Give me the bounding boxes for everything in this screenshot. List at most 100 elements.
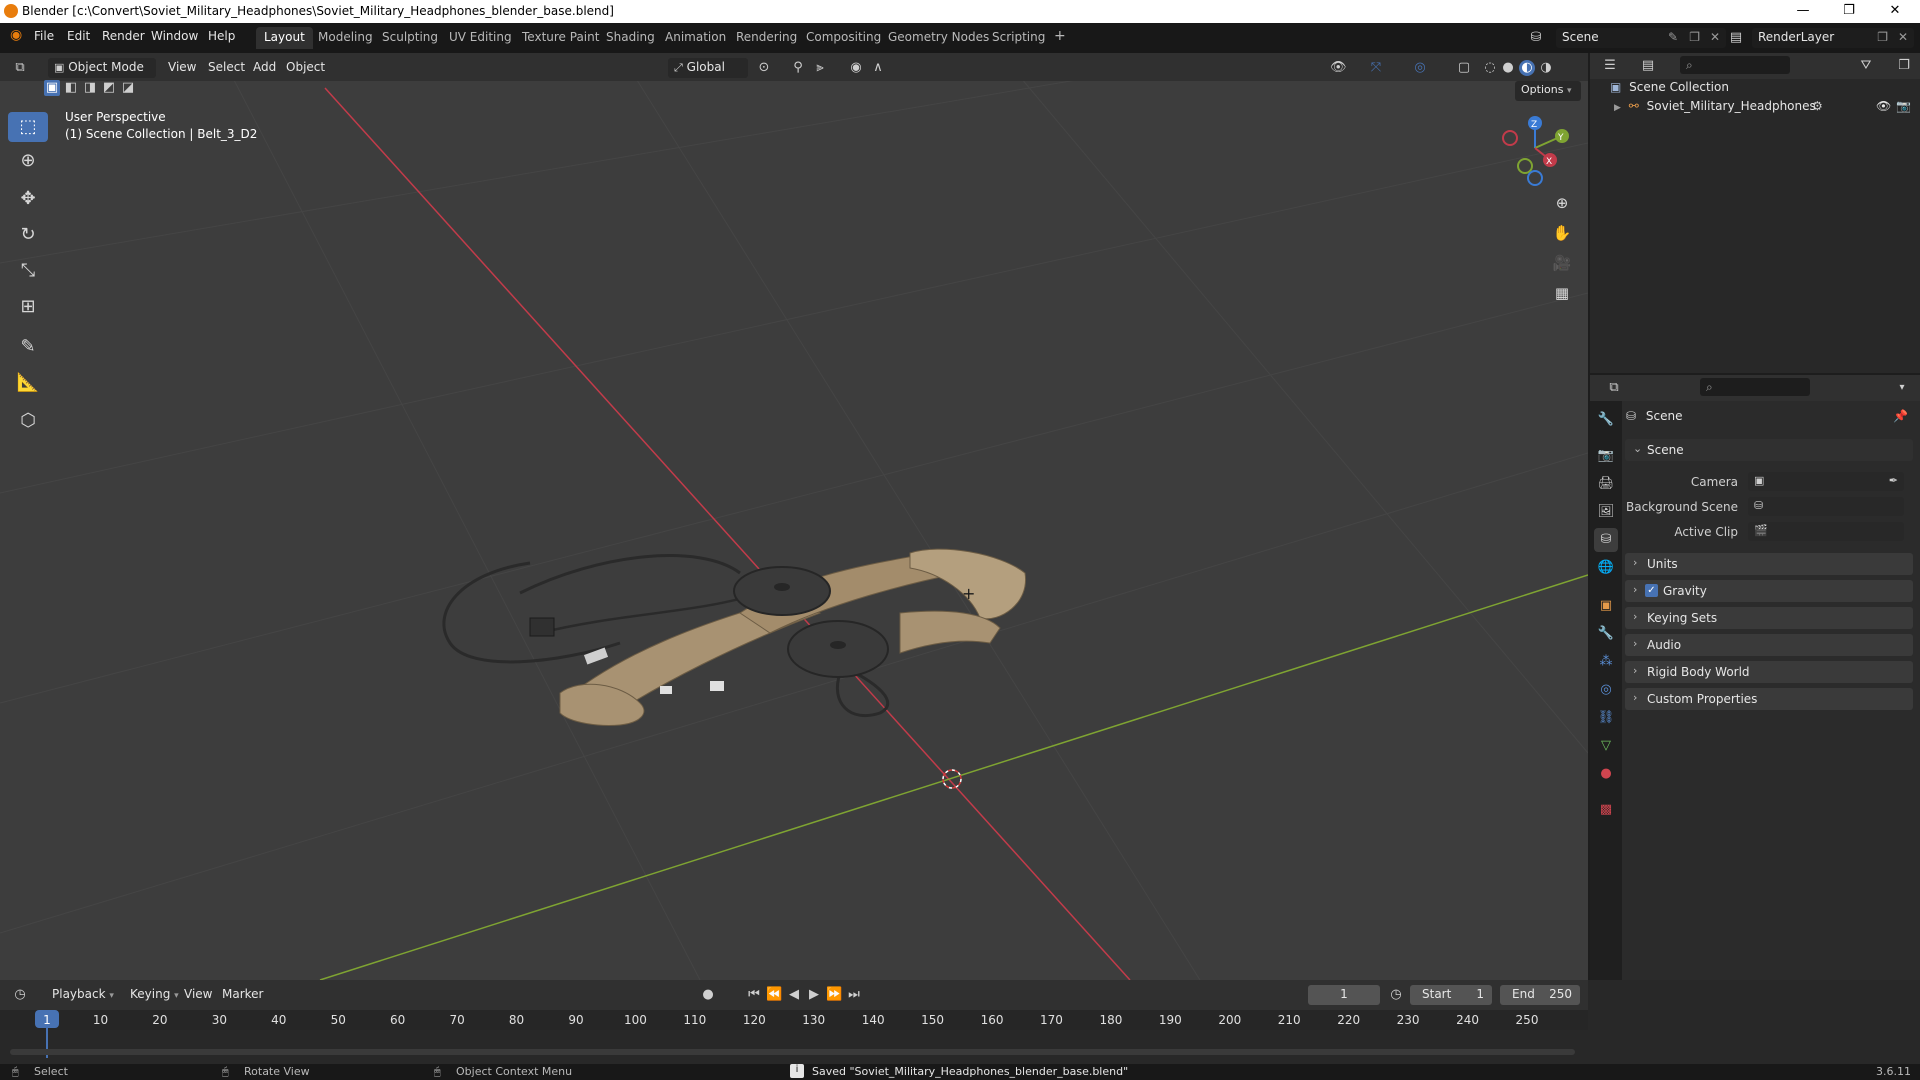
physics-tab-icon[interactable]: ◎ (1594, 678, 1618, 702)
menu-file[interactable]: File (34, 29, 54, 43)
filter-icon[interactable]: ⛛ (1858, 58, 1874, 74)
rigid-body-world-panel-header[interactable]: › Rigid Body World (1625, 661, 1913, 683)
tab-compositing[interactable]: Compositing (798, 27, 889, 49)
modifier-tab-icon[interactable]: 🔧 (1594, 622, 1618, 646)
chevron-down-icon[interactable]: ▾ (1894, 380, 1910, 396)
tab-texture-paint[interactable]: Texture Paint (514, 27, 607, 49)
rendered-shading-icon[interactable]: ◑ (1538, 60, 1554, 76)
view-layer-selector[interactable]: RenderLayer ❐ ✕ (1752, 28, 1914, 48)
menu-keying[interactable]: Keying ▾ (124, 985, 185, 1005)
active-clip-field[interactable]: 🎬 (1748, 522, 1904, 541)
menu-select[interactable]: Select (202, 58, 251, 78)
snap-icon[interactable]: ⚲ (790, 60, 806, 76)
texture-tab-icon[interactable]: ▩ (1594, 798, 1618, 822)
select-subtract-icon[interactable]: ◨ (82, 80, 98, 96)
properties-search-input[interactable]: ⌕ (1700, 378, 1810, 396)
options-button[interactable]: Options ▾ (1515, 81, 1581, 101)
tab-layout[interactable]: Layout (256, 27, 313, 49)
particles-tab-icon[interactable]: ⁂ (1594, 650, 1618, 674)
material-preview-icon[interactable]: ◐ (1519, 60, 1535, 76)
menu-view[interactable]: View (162, 58, 202, 78)
menu-render[interactable]: Render (102, 29, 145, 43)
outliner-editor-icon[interactable]: ☰ (1602, 58, 1618, 74)
tab-rendering[interactable]: Rendering (728, 27, 805, 49)
headphones-model[interactable] (442, 548, 1026, 726)
orthographic-grid-icon[interactable]: ▦ (1549, 280, 1575, 306)
3d-cursor[interactable] (942, 769, 962, 789)
tab-uv-editing[interactable]: UV Editing (441, 27, 520, 49)
play-reverse-icon[interactable]: ◀ (786, 987, 802, 1003)
tab-scripting[interactable]: Scripting (984, 27, 1053, 49)
editor-type-icon[interactable]: ⧉ (12, 60, 28, 76)
render-tab-icon[interactable]: 📷 (1594, 444, 1618, 468)
transform-orientation-selector[interactable]: ⤢ Global (668, 58, 748, 78)
snap-target-icon[interactable]: ⫸ (812, 60, 828, 76)
menu-timeline-view[interactable]: View (178, 985, 218, 1005)
scene-selector[interactable]: Scene ✎ ❐ ✕ (1556, 28, 1726, 48)
menu-add[interactable]: Add (247, 58, 282, 78)
camera-render-icon[interactable]: 📷 (1896, 99, 1911, 113)
viewport-canvas[interactable]: + (0, 53, 1588, 980)
measure-tool-icon[interactable]: 📐 (8, 368, 48, 398)
scene-section-header[interactable]: ⌄ Scene (1625, 439, 1913, 461)
select-intersect-icon[interactable]: ◪ (120, 80, 136, 96)
record-icon[interactable]: ● (700, 987, 716, 1003)
scale-tool-icon[interactable]: ⤡ (8, 256, 48, 286)
world-tab-icon[interactable]: 🌐 (1594, 556, 1618, 580)
next-keyframe-icon[interactable]: ⏩ (826, 987, 842, 1003)
camera-view-icon[interactable]: 🎥 (1549, 250, 1575, 276)
current-frame-field[interactable]: 1 (1308, 985, 1380, 1005)
preview-range-icon[interactable]: ◷ (1388, 987, 1404, 1003)
blender-menu-icon[interactable]: ◉ (10, 27, 22, 43)
tab-shading[interactable]: Shading (598, 27, 663, 49)
menu-help[interactable]: Help (208, 29, 235, 43)
menu-window[interactable]: Window (151, 29, 198, 43)
audio-panel-header[interactable]: › Audio (1625, 634, 1913, 656)
zoom-icon[interactable]: ⊕ (1549, 190, 1575, 216)
outliner-search-input[interactable]: ⌕ (1680, 56, 1790, 74)
start-frame-field[interactable]: Start 1 (1410, 985, 1492, 1005)
tab-sculpting[interactable]: Sculpting (374, 27, 446, 49)
maximize-button[interactable]: ❐ (1826, 0, 1872, 23)
close-button[interactable]: ✕ (1872, 0, 1918, 23)
new-collection-icon[interactable]: ❐ (1896, 58, 1912, 74)
menu-object[interactable]: Object (280, 58, 331, 78)
select-new-icon[interactable]: ▣ (44, 80, 60, 96)
pivot-point-icon[interactable]: ⊙ (756, 60, 772, 76)
pan-hand-icon[interactable]: ✋ (1549, 220, 1575, 246)
outliner-row[interactable]: ▶ ⚯ Soviet_Military_Headphones ⚙ 👁 📷 (1614, 99, 1914, 117)
solid-shading-icon[interactable]: ● (1500, 60, 1516, 76)
move-tool-icon[interactable]: ✥ (8, 184, 48, 214)
rotate-tool-icon[interactable]: ↻ (8, 220, 48, 250)
gizmo-toggle-icon[interactable]: ⤧ (1368, 60, 1384, 76)
tab-animation[interactable]: Animation (657, 27, 734, 49)
falloff-icon[interactable]: ∧ (870, 60, 886, 76)
proportional-editing-icon[interactable]: ◉ (848, 60, 864, 76)
new-view-layer-icon[interactable]: ❐ (1877, 30, 1888, 44)
timeline-editor-icon[interactable]: ◷ (12, 987, 28, 1003)
camera-field[interactable]: ▣ ✒ (1748, 472, 1904, 491)
data-tab-icon[interactable]: ▽ (1594, 734, 1618, 758)
mode-selector[interactable]: ▣ Object Mode ▾ (48, 58, 156, 88)
units-panel-header[interactable]: › Units (1625, 553, 1913, 575)
navigation-gizmo[interactable]: Z Y X (1490, 108, 1580, 188)
constraints-tab-icon[interactable]: ⛓ (1594, 706, 1618, 730)
gravity-checkbox[interactable]: ✓ (1645, 584, 1658, 597)
tab-geometry-nodes[interactable]: Geometry Nodes (880, 27, 997, 49)
remove-scene-icon[interactable]: ✕ (1710, 30, 1720, 44)
jump-start-icon[interactable]: ⏮ (746, 987, 762, 1003)
menu-playback[interactable]: Playback ▾ (46, 985, 120, 1005)
3d-viewport[interactable]: + User Perspective (1) Scene Collection … (0, 53, 1588, 980)
menu-edit[interactable]: Edit (67, 29, 90, 43)
properties-editor-icon[interactable]: ⧉ (1606, 380, 1622, 396)
add-workspace-button[interactable]: + (1046, 27, 1074, 49)
new-scene-icon[interactable]: ❐ (1689, 30, 1700, 44)
jump-end-icon[interactable]: ⏭ (846, 987, 862, 1003)
tool-tab-icon[interactable]: 🔧 (1594, 408, 1618, 432)
expand-arrow-icon[interactable]: ▶ (1614, 103, 1621, 113)
xray-icon[interactable]: ▢ (1456, 60, 1472, 76)
visibility-icon[interactable]: 👁 (1330, 60, 1347, 76)
pin-icon[interactable]: 📌 (1893, 409, 1908, 423)
tab-modeling[interactable]: Modeling (310, 27, 381, 49)
end-frame-field[interactable]: End 250 (1500, 985, 1580, 1005)
